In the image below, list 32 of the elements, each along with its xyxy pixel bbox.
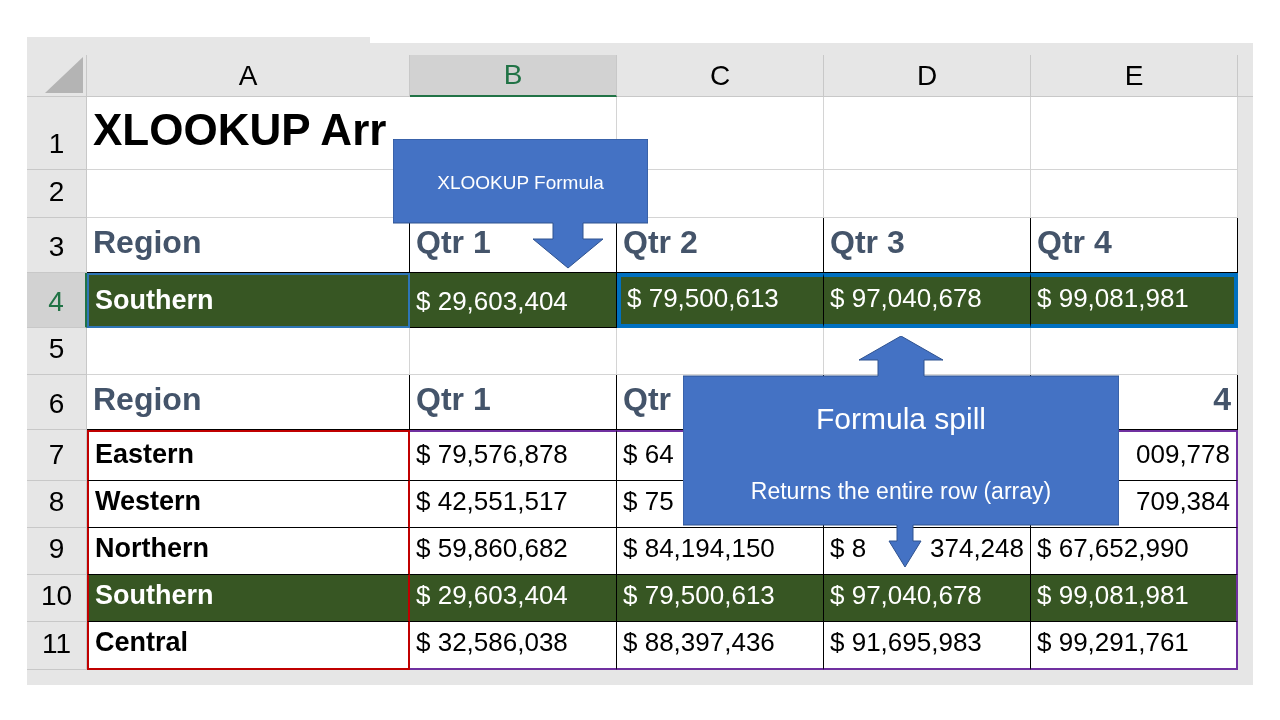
row-header[interactable]: 10	[27, 575, 87, 622]
column-header[interactable]: E	[1031, 55, 1238, 97]
sheet-cell[interactable]: Southern	[87, 273, 410, 328]
row-header[interactable]: 6	[27, 375, 87, 430]
sheet-cell[interactable]: Central	[87, 622, 410, 670]
row-header[interactable]: 3	[27, 218, 87, 273]
sheet-cell[interactable]: Qtr 1	[410, 375, 617, 430]
row-header[interactable]: 2	[27, 170, 87, 218]
sheet-cell[interactable]: $ 88,397,436	[617, 622, 824, 670]
callout-text: XLOOKUP Formula	[436, 171, 605, 195]
amount-part: 374,248	[930, 532, 1024, 565]
sheet-cell[interactable]: Qtr 4	[1031, 218, 1238, 273]
row-header[interactable]: 9	[27, 528, 87, 575]
row-header[interactable]: 4	[27, 273, 87, 328]
sheet-cell[interactable]: $ 79,500,613	[617, 273, 824, 328]
sheet-cell[interactable]: $ 99,291,761	[1031, 622, 1238, 670]
amount-part: $ 8	[830, 532, 867, 565]
sheet-cell[interactable]: Qtr 3	[824, 218, 1031, 273]
row-header[interactable]: 8	[27, 481, 87, 528]
row-header[interactable]: 1	[27, 97, 87, 170]
column-header[interactable]: B	[410, 55, 617, 97]
column-header[interactable]: C	[617, 55, 824, 97]
sheet-cell[interactable]: Region	[87, 375, 410, 430]
sheet-cell[interactable]: $ 91,695,983	[824, 622, 1031, 670]
callout-title: Formula spill	[814, 401, 987, 437]
column-header[interactable]: D	[824, 55, 1031, 97]
select-all-icon[interactable]	[45, 57, 83, 93]
row-header[interactable]: 5	[27, 328, 87, 375]
column-header[interactable]: A	[87, 55, 410, 97]
row-header[interactable]: 7	[27, 430, 87, 481]
row-header[interactable]: 11	[27, 622, 87, 670]
sheet-cell[interactable]: $ 32,586,038	[410, 622, 617, 670]
